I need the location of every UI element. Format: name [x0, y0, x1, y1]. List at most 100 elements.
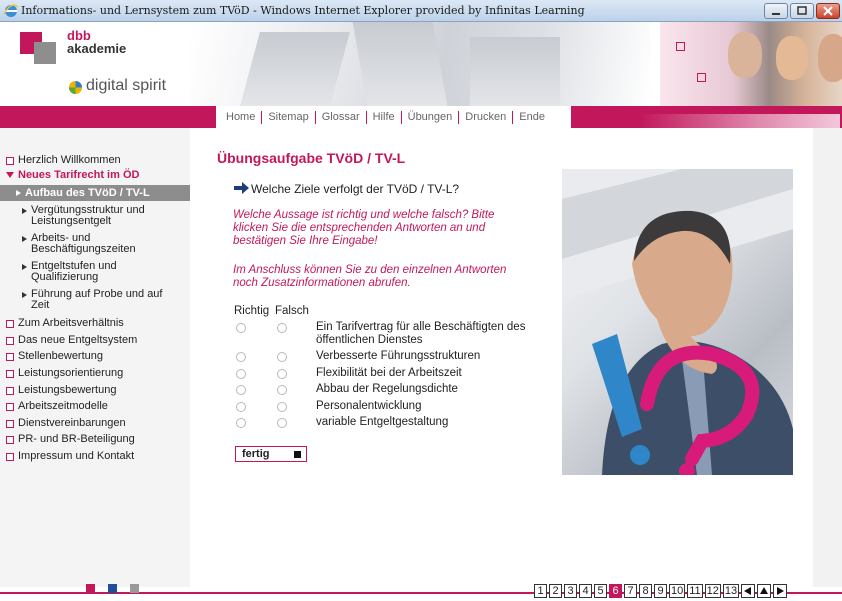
header-people-photo — [660, 22, 842, 106]
sidebar-item-neues-tarifrecht[interactable]: Neues Tarifrecht im ÖD — [6, 169, 139, 181]
site-header: dbb akademie digital spirit — [0, 22, 842, 106]
answer-row: variable Entgeltgestaltung — [234, 416, 534, 432]
sidebar-item-arbeitsverhaeltnis[interactable]: Zum Arbeitsverhältnis — [6, 317, 124, 329]
question-text: Welche Ziele verfolgt der TVöD / TV-L? — [251, 182, 460, 196]
page-button[interactable]: 4 — [579, 584, 592, 598]
page-button[interactable]: 9 — [654, 584, 667, 598]
minimize-button[interactable] — [764, 3, 788, 19]
sidebar-item-label: Herzlich Willkommen — [18, 154, 121, 166]
radio-richtig[interactable] — [236, 369, 246, 379]
answer-label: Flexibilität bei der Arbeitszeit — [316, 367, 462, 379]
nav-home[interactable]: Home — [220, 111, 263, 124]
up-page-button[interactable] — [757, 584, 772, 598]
nav-uebungen[interactable]: Übungen — [402, 111, 460, 124]
footer-square-blue — [108, 584, 117, 593]
radio-richtig[interactable] — [236, 418, 246, 428]
nav-glossar[interactable]: Glossar — [316, 111, 367, 124]
radio-falsch[interactable] — [277, 402, 287, 412]
minimize-icon — [772, 13, 780, 15]
sidebar-item-label: Leistungsorientierung — [18, 367, 124, 379]
sidebar-item-leistungsorientierung[interactable]: Leistungsorientierung — [6, 367, 123, 379]
page-button[interactable]: 12 — [704, 584, 721, 598]
page-button[interactable]: 11 — [687, 584, 703, 598]
expanded-triangle-icon — [6, 172, 14, 178]
answer-label: Ein Tarifvertrag für alle Beschäftigten … — [316, 321, 526, 346]
column-header-falsch: Falsch — [275, 305, 309, 317]
window-title: Informations- und Lernsystem zum TVöD - … — [21, 4, 585, 17]
sidebar-item-impressum[interactable]: Impressum und Kontakt — [6, 450, 134, 462]
sidebar-item-label: Arbeits- und Beschäftigungszeiten — [31, 232, 136, 255]
page-button[interactable]: 1 — [534, 584, 547, 598]
radio-falsch[interactable] — [277, 418, 287, 428]
fertig-button[interactable]: fertig — [235, 446, 307, 462]
followup-text: Im Anschluss können Sie zu den einzelnen… — [233, 264, 507, 289]
sidebar-item-label: Neues Tarifrecht im ÖD — [18, 169, 140, 181]
logo-akademie: akademie — [67, 41, 127, 56]
answer-label: Personalentwicklung — [316, 400, 422, 412]
bullet-triangle-icon — [22, 236, 27, 242]
window-titlebar: Informations- und Lernsystem zum TVöD - … — [0, 0, 842, 22]
sidebar-item-pr-br[interactable]: PR- und BR-Beteiligung — [6, 433, 135, 445]
person-face — [728, 32, 762, 78]
answer-row: Abbau der Regelungsdichte — [234, 383, 534, 399]
close-icon — [823, 6, 833, 16]
sidebar-item-label: Das neue Entgeltsystem — [18, 334, 138, 346]
page-button[interactable]: 5 — [594, 584, 607, 598]
sidebar-item-verguetung[interactable]: Vergütungsstruktur und Leistungsentgelt — [22, 205, 182, 227]
sidebar-item-arbeitszeiten[interactable]: Arbeits- und Beschäftigungszeiten — [22, 233, 182, 255]
page-button[interactable]: 13 — [722, 584, 740, 598]
sidebar-item-fuehrung[interactable]: Führung auf Probe und auf Zeit — [22, 289, 182, 311]
bullet-square-icon — [6, 436, 14, 444]
next-page-button[interactable] — [773, 584, 788, 598]
answer-label: Verbesserte Führungsstrukturen — [316, 350, 481, 362]
radio-richtig[interactable] — [236, 385, 246, 395]
page-button[interactable]: 8 — [639, 584, 652, 598]
decorative-square — [697, 73, 706, 82]
nav-hilfe[interactable]: Hilfe — [367, 111, 402, 124]
thinking-man-photo — [562, 169, 793, 475]
sidebar-item-stellenbewertung[interactable]: Stellenbewertung — [6, 350, 103, 362]
sidebar-item-label: PR- und BR-Beteiligung — [18, 433, 135, 445]
sidebar-item-label: Zum Arbeitsverhältnis — [18, 317, 124, 329]
radio-falsch[interactable] — [277, 323, 287, 333]
page-navigation: 1 2 3 4 5 6 7 8 9 10 11 12 13 — [534, 584, 789, 598]
radio-richtig[interactable] — [236, 352, 246, 362]
nav-ende[interactable]: Ende — [513, 111, 551, 124]
sidebar-item-label: Dienstvereinbarungen — [18, 417, 126, 429]
sidebar-item-entgeltsystem[interactable]: Das neue Entgeltsystem — [6, 334, 137, 346]
radio-richtig[interactable] — [236, 323, 246, 333]
radio-falsch[interactable] — [277, 385, 287, 395]
bullet-square-icon — [6, 387, 14, 395]
prev-page-button[interactable] — [741, 584, 756, 598]
sidebar-item-aufbau[interactable]: Aufbau des TVöD / TV-L — [0, 185, 190, 201]
building-shape — [352, 22, 448, 106]
page-button[interactable]: 10 — [669, 584, 686, 598]
page-button-active[interactable]: 6 — [609, 584, 622, 598]
page-button[interactable]: 3 — [564, 584, 577, 598]
header-building-image — [190, 22, 650, 106]
bullet-triangle-icon — [22, 264, 27, 270]
nav-band-fade — [640, 114, 840, 128]
building-shape — [470, 37, 560, 106]
sidebar-item-leistungsbewertung[interactable]: Leistungsbewertung — [6, 384, 116, 396]
maximize-button[interactable] — [790, 3, 814, 19]
right-gutter — [813, 128, 842, 587]
nav-sitemap[interactable]: Sitemap — [262, 111, 316, 124]
sidebar-item-dienstvereinbarungen[interactable]: Dienstvereinbarungen — [6, 417, 126, 429]
top-navigation: Home Sitemap Glossar Hilfe Übungen Druck… — [216, 108, 555, 127]
photo-illustration — [562, 169, 793, 475]
digital-spirit-icon — [68, 80, 83, 95]
decorative-square — [676, 42, 685, 51]
nav-drucken[interactable]: Drucken — [459, 111, 514, 124]
page-button[interactable]: 2 — [549, 584, 562, 598]
triangle-left-icon — [744, 587, 752, 595]
radio-richtig[interactable] — [236, 402, 246, 412]
radio-falsch[interactable] — [277, 352, 287, 362]
radio-falsch[interactable] — [277, 369, 287, 379]
page-button[interactable]: 7 — [624, 584, 637, 598]
sidebar-item-herzlich[interactable]: Herzlich Willkommen — [6, 154, 121, 166]
sidebar-item-arbeitszeitmodelle[interactable]: Arbeitszeitmodelle — [6, 400, 108, 412]
arrow-right-icon — [234, 182, 249, 194]
sidebar-item-entgeltstufen[interactable]: Entgeltstufen und Qualifizierung — [22, 261, 182, 283]
close-button[interactable] — [816, 3, 840, 19]
